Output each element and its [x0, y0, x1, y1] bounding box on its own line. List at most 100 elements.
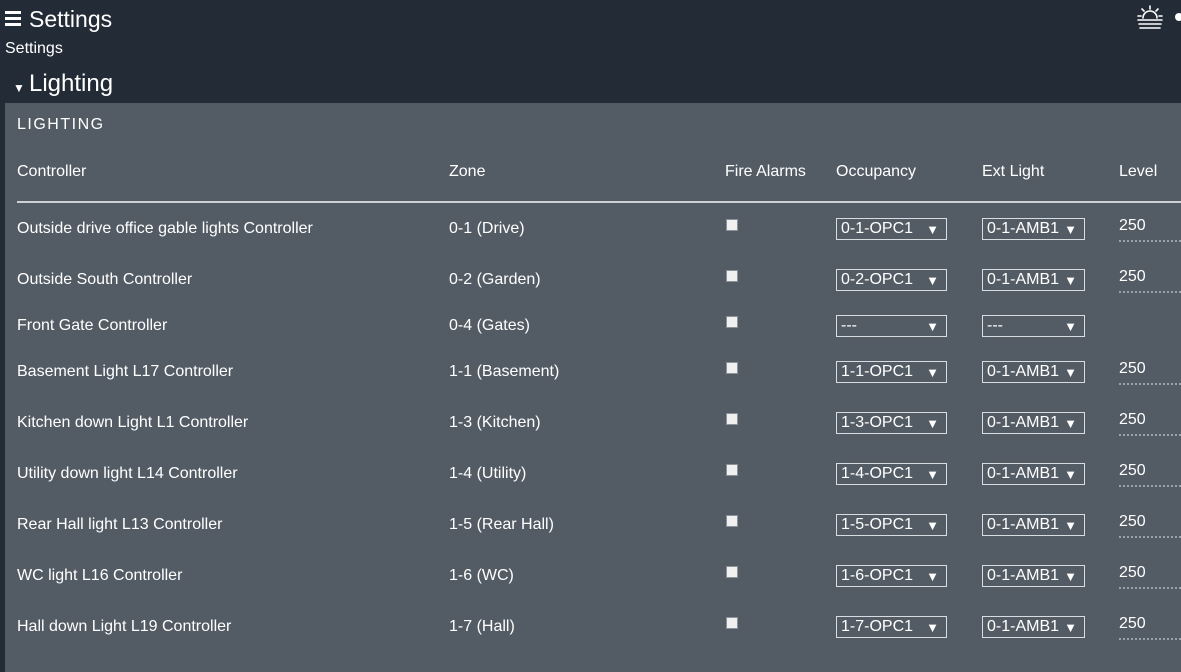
ext-light-value: 0-1-AMB1 — [987, 617, 1060, 635]
ext-light-select[interactable]: 0-1-AMB1 ▼ — [982, 268, 1085, 291]
lighting-panel: LIGHTING Controller Zone Fire Alarms Occ… — [5, 103, 1181, 672]
breadcrumb[interactable]: Settings — [5, 40, 63, 58]
level-cell: 250 — [1119, 254, 1181, 305]
fire-alarm-checkbox[interactable] — [726, 617, 738, 630]
ext-light-select[interactable]: 0-1-AMB1 ▼ — [982, 564, 1085, 587]
occupancy-select[interactable]: 1-4-OPC1 ▼ — [836, 462, 947, 485]
ext-light-value: 0-1-AMB1 — [987, 566, 1060, 584]
chevron-down-icon: ▼ — [1064, 619, 1077, 635]
occupancy-value: 1-3-OPC1 — [841, 413, 914, 431]
chevron-down-icon: ▼ — [1064, 466, 1077, 482]
occupancy-select[interactable]: 1-5-OPC1 ▼ — [836, 513, 947, 536]
controller-cell: Front Gate Controller — [17, 316, 168, 334]
level-input[interactable]: 250 — [1119, 359, 1181, 385]
occupancy-select[interactable]: 1-7-OPC1 ▼ — [836, 615, 947, 638]
controller-cell: Outside drive office gable lights Contro… — [17, 219, 313, 237]
ext-light-cell: 0-1-AMB1 ▼ — [982, 499, 1119, 550]
chevron-down-icon: ▼ — [926, 272, 939, 288]
table-row: Rear Hall light L13 Controller 1-5 (Rear … — [17, 499, 1181, 550]
fire-alarm-cell — [725, 202, 836, 254]
column-header-zone: Zone — [449, 163, 486, 180]
occupancy-cell: 1-4-OPC1 ▼ — [836, 448, 982, 499]
section-title: Lighting — [29, 70, 114, 97]
occupancy-cell: --- ▼ — [836, 305, 982, 346]
occupancy-value: --- — [841, 316, 857, 334]
chevron-down-icon: ▼ — [1064, 517, 1077, 533]
sunrise-icon[interactable] — [1137, 5, 1163, 29]
occupancy-cell: 1-3-OPC1 ▼ — [836, 397, 982, 448]
occupancy-select[interactable]: 1-6-OPC1 ▼ — [836, 564, 947, 587]
ext-light-cell: 0-1-AMB1 ▼ — [982, 254, 1119, 305]
level-input[interactable]: 250 — [1119, 512, 1181, 538]
chevron-down-icon: ▼ — [1064, 568, 1077, 584]
occupancy-select[interactable]: 1-1-OPC1 ▼ — [836, 360, 947, 383]
table-row: Front Gate Controller 0-4 (Gates) --- ▼ --- ▼ — [17, 305, 1181, 346]
table-row: Basement Light L17 Controller 1-1 (Baseme… — [17, 346, 1181, 397]
fire-alarm-checkbox[interactable] — [726, 464, 738, 477]
occupancy-cell: 1-7-OPC1 ▼ — [836, 601, 982, 652]
zone-cell: 0-1 (Drive) — [449, 219, 525, 237]
table-row: Outside South Controller 0-2 (Garden) 0-2-… — [17, 254, 1181, 305]
occupancy-select[interactable]: --- ▼ — [836, 314, 947, 337]
fire-alarm-checkbox[interactable] — [726, 362, 738, 375]
occupancy-cell: 0-2-OPC1 ▼ — [836, 254, 982, 305]
fire-alarm-checkbox[interactable] — [726, 413, 738, 426]
fire-alarm-cell — [725, 601, 836, 652]
level-input[interactable]: 250 — [1119, 563, 1181, 589]
level-input[interactable]: 250 — [1119, 614, 1181, 640]
ext-light-select[interactable]: 0-1-AMB1 ▼ — [982, 411, 1085, 434]
ext-light-value: 0-1-AMB1 — [987, 515, 1060, 533]
ext-light-select[interactable]: 0-1-AMB1 ▼ — [982, 217, 1085, 240]
controller-cell: Basement Light L17 Controller — [17, 362, 234, 380]
controller-cell: Utility down light L14 Controller — [17, 464, 238, 482]
fire-alarm-checkbox[interactable] — [726, 515, 738, 528]
level-input[interactable]: 250 — [1119, 461, 1181, 487]
ext-light-select[interactable]: 0-1-AMB1 ▼ — [982, 615, 1085, 638]
level-input[interactable]: 250 — [1119, 410, 1181, 436]
overflow-dot-icon[interactable] — [1175, 13, 1181, 21]
zone-cell: 1-7 (Hall) — [449, 617, 515, 635]
occupancy-cell: 0-1-OPC1 ▼ — [836, 202, 982, 254]
fire-alarm-checkbox[interactable] — [726, 316, 738, 329]
level-cell: 250 — [1119, 499, 1181, 550]
ext-light-value: 0-1-AMB1 — [987, 464, 1060, 482]
column-header-occupancy: Occupancy — [836, 163, 917, 180]
controller-cell: Kitchen down Light L1 Controller — [17, 413, 249, 431]
controller-cell: Rear Hall light L13 Controller — [17, 515, 223, 533]
table-row: Outside drive office gable lights Contro… — [17, 202, 1181, 254]
occupancy-select[interactable]: 1-3-OPC1 ▼ — [836, 411, 947, 434]
occupancy-select[interactable]: 0-1-OPC1 ▼ — [836, 217, 947, 240]
panel-title: LIGHTING — [17, 116, 105, 133]
level-input[interactable]: 250 — [1119, 216, 1181, 242]
column-header-ext-light: Ext Light — [982, 163, 1045, 180]
occupancy-value: 1-1-OPC1 — [841, 362, 914, 380]
caret-down-icon: ▼ — [13, 81, 25, 95]
fire-alarm-checkbox[interactable] — [726, 270, 738, 283]
level-cell: 250 — [1119, 397, 1181, 448]
level-input[interactable]: 250 — [1119, 267, 1181, 293]
ext-light-select[interactable]: 0-1-AMB1 ▼ — [982, 513, 1085, 536]
zone-cell: 1-1 (Basement) — [449, 362, 560, 380]
table-row: Hall down Light L19 Controller 1-7 (Hall)… — [17, 601, 1181, 652]
fire-alarm-checkbox[interactable] — [726, 566, 738, 579]
zone-cell: 0-4 (Gates) — [449, 316, 530, 334]
table-row: WC light L16 Controller 1-6 (WC) 1-6-OPC1 ▼… — [17, 550, 1181, 601]
chevron-down-icon: ▼ — [1064, 415, 1077, 431]
ext-light-value: 0-1-AMB1 — [987, 413, 1060, 431]
occupancy-value: 1-4-OPC1 — [841, 464, 914, 482]
ext-light-select[interactable]: --- ▼ — [982, 314, 1085, 337]
ext-light-cell: 0-1-AMB1 ▼ — [982, 397, 1119, 448]
level-cell: 250 — [1119, 601, 1181, 652]
ext-light-value: 0-1-AMB1 — [987, 270, 1060, 288]
menu-icon[interactable] — [5, 11, 21, 26]
column-header-fire-alarms: Fire Alarms — [725, 163, 806, 180]
ext-light-select[interactable]: 0-1-AMB1 ▼ — [982, 360, 1085, 383]
ext-light-select[interactable]: 0-1-AMB1 ▼ — [982, 462, 1085, 485]
fire-alarm-cell — [725, 448, 836, 499]
controller-cell: Hall down Light L19 Controller — [17, 617, 232, 635]
ext-light-cell: 0-1-AMB1 ▼ — [982, 346, 1119, 397]
controller-cell: Outside South Controller — [17, 270, 193, 288]
occupancy-select[interactable]: 0-2-OPC1 ▼ — [836, 268, 947, 291]
controller-cell: WC light L16 Controller — [17, 566, 183, 584]
fire-alarm-checkbox[interactable] — [726, 219, 738, 232]
